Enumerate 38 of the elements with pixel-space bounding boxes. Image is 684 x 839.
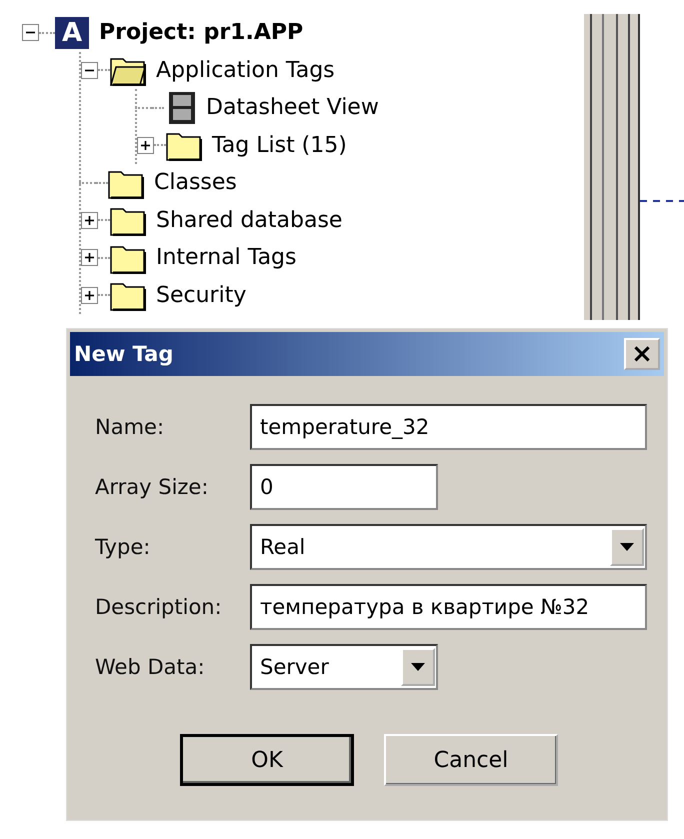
field-label: Array Size:: [95, 475, 210, 499]
field-label: Name:: [95, 415, 166, 439]
field-label: Description:: [95, 595, 223, 619]
expand-toggle[interactable]: [81, 212, 98, 229]
expand-toggle[interactable]: [137, 136, 154, 154]
expand-toggle[interactable]: [81, 286, 98, 304]
input-field[interactable]: temperature_32: [250, 404, 647, 450]
input-field[interactable]: температура в квартире №32: [250, 584, 647, 630]
field-label: Type:: [95, 535, 152, 559]
dialog-title: New Tag: [74, 342, 174, 366]
app-logo-icon: A: [55, 16, 89, 49]
expand-toggle[interactable]: [81, 249, 98, 266]
plus-icon: [140, 140, 151, 151]
tree-item-label[interactable]: Datasheet View: [206, 95, 379, 120]
field-label: Web Data:: [95, 655, 206, 679]
dropdown[interactable]: Server: [250, 644, 438, 690]
plus-icon: [84, 252, 95, 264]
plus-icon: [84, 214, 95, 226]
tree-item-label[interactable]: Project: pr1.APP: [99, 20, 304, 46]
collapse-toggle[interactable]: [81, 62, 98, 79]
caret-icon: [620, 543, 634, 551]
dropdown-button[interactable]: [401, 648, 435, 686]
dropdown[interactable]: Real: [250, 524, 647, 570]
input-field[interactable]: 0: [250, 464, 438, 510]
dropdown-button[interactable]: [610, 528, 644, 566]
cancel-button[interactable]: Cancel: [384, 734, 558, 786]
datasheet-icon: [168, 90, 196, 125]
tree-item-label[interactable]: Security: [156, 282, 246, 308]
tree-item-label[interactable]: Application Tags: [156, 58, 335, 83]
ok-button[interactable]: OK: [180, 734, 354, 786]
plus-icon: [84, 290, 95, 301]
tree-item-label[interactable]: Classes: [154, 170, 237, 196]
tree-item-label[interactable]: Shared database: [156, 208, 342, 233]
tree-item-label[interactable]: Tag List (15): [212, 132, 347, 158]
caret-icon: [411, 663, 425, 671]
collapse-toggle[interactable]: [22, 24, 39, 42]
tree-item-label[interactable]: Internal Tags: [156, 245, 296, 270]
close-button[interactable]: ×: [624, 338, 660, 370]
